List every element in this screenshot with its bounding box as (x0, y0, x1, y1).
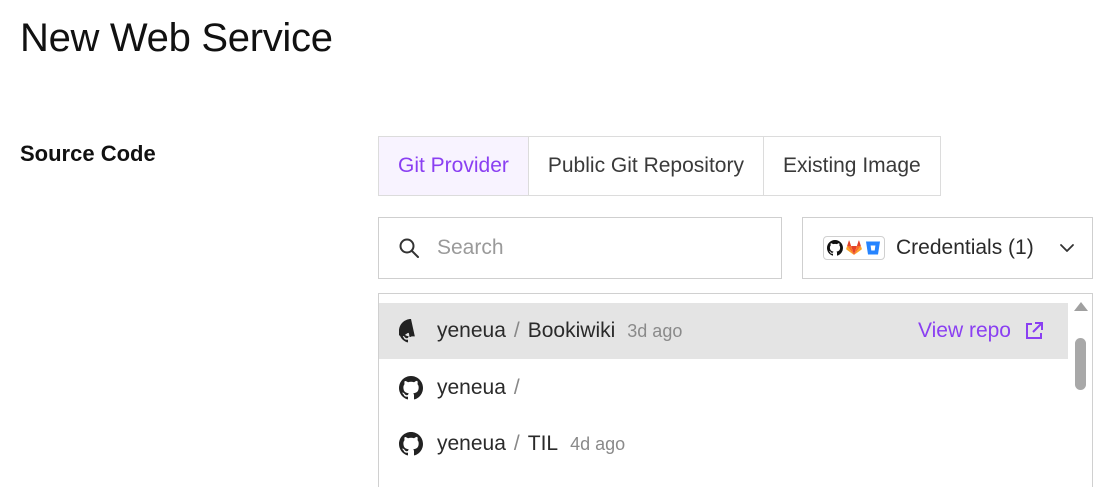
chevron-down-icon (1059, 244, 1074, 252)
repo-name: Bookiwiki (527, 319, 616, 342)
view-repo-link[interactable]: View repo (918, 303, 1045, 359)
repo-row[interactable]: yeneua / (379, 360, 1069, 416)
page-title: New Web Service (20, 16, 333, 60)
repo-row-bookiwiki[interactable]: yeneua / Bookiwiki 3d ago View repo (379, 303, 1069, 359)
repo-owner: yeneua (437, 432, 506, 455)
repo-separator: / (513, 319, 520, 342)
repo-owner: yeneua (437, 376, 506, 399)
repo-age: 4d ago (570, 433, 626, 454)
gitlab-icon (846, 240, 862, 255)
source-tabs: Git Provider Public Git Repository Exist… (378, 136, 941, 196)
tab-public-git-repository[interactable]: Public Git Repository (529, 137, 764, 195)
scrollbar-thumb[interactable] (1075, 338, 1086, 390)
github-icon (827, 240, 843, 256)
repo-age: 3d ago (627, 320, 683, 341)
search-icon (397, 236, 421, 260)
github-icon (399, 319, 415, 343)
search-input[interactable] (435, 235, 759, 261)
tab-git-provider[interactable]: Git Provider (379, 137, 529, 195)
repo-separator: / (513, 376, 520, 399)
search-field[interactable] (378, 217, 782, 279)
repo-row-til[interactable]: yeneua / TIL 4d ago (379, 416, 1069, 472)
tab-existing-image[interactable]: Existing Image (764, 137, 940, 195)
credentials-dropdown[interactable]: Credentials (1) (802, 217, 1093, 279)
provider-icons (823, 236, 885, 260)
repo-separator: / (513, 432, 520, 455)
page: New Web Service Source Code Git Provider… (0, 0, 1109, 487)
github-icon (399, 376, 423, 400)
github-icon (399, 432, 423, 456)
repo-owner: yeneua (437, 319, 506, 342)
bitbucket-icon (866, 241, 880, 255)
repo-name: TIL (527, 432, 559, 455)
external-link-icon (1026, 322, 1043, 339)
repo-list: yeneua / Bookiwiki 3d ago View repo yene… (378, 293, 1093, 487)
repo-list-scrollbar[interactable] (1068, 294, 1092, 487)
credentials-label: Credentials (1) (896, 236, 1034, 259)
view-repo-label: View repo (917, 319, 1011, 342)
source-code-label: Source Code (20, 141, 156, 166)
scroll-up-arrow-icon[interactable] (1074, 302, 1088, 311)
